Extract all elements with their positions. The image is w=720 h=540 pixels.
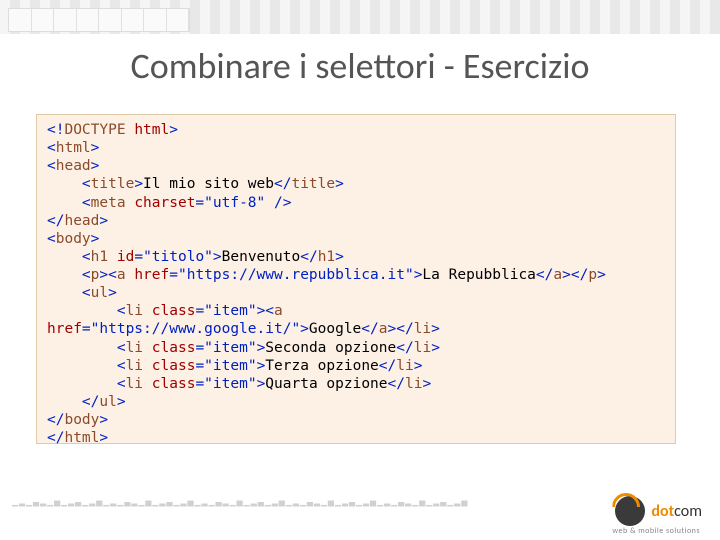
logo-icon (615, 496, 645, 526)
code-block: <!DOCTYPE html> <html> <head> <title>Il … (36, 114, 676, 444)
slide-title: Combinare i selettori - Esercizio (0, 44, 720, 88)
logo: dotcom (615, 496, 702, 526)
logo-text: dotcom (651, 502, 702, 521)
logo-subtitle: web & mobile solutions (612, 526, 700, 536)
skyline-decoration: ▁▂▁▃▂▁▄▁▂▃▁▂▄▁▂▁▃▂▁▄▁▂▃▁▂▄▁▂▁▃▂▁▄▁▂▃▁▂▄▁… (12, 496, 520, 510)
